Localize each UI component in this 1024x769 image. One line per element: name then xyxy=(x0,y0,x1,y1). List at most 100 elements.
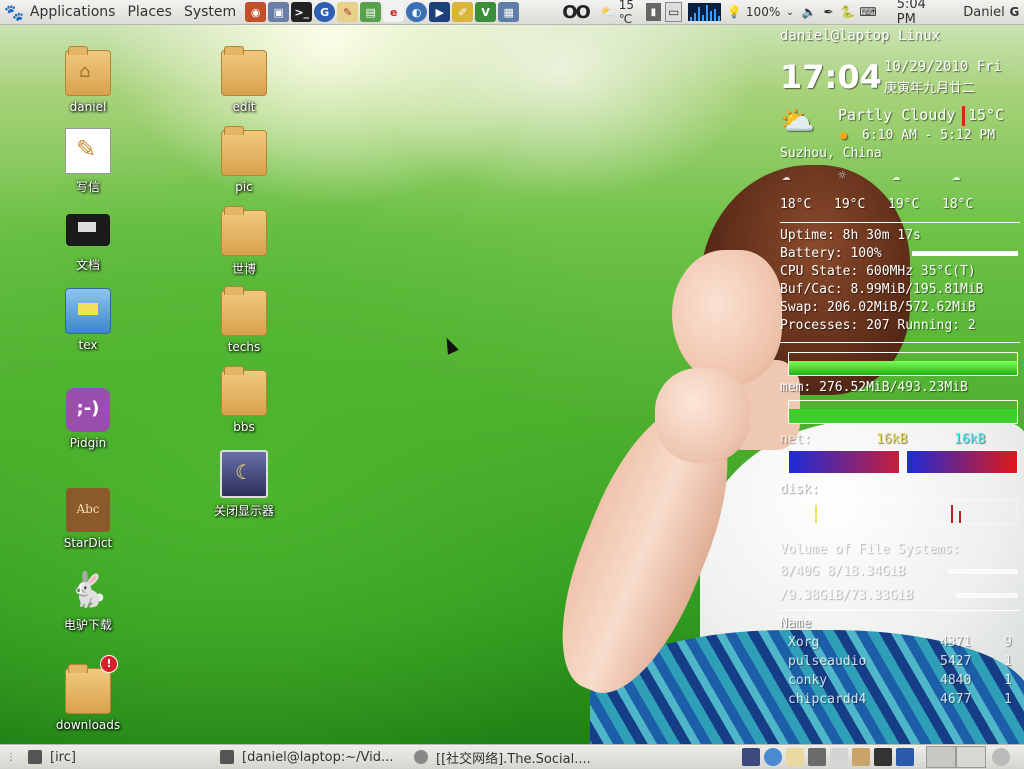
desktop-icon-label: 写信 xyxy=(75,180,100,194)
panel-clock[interactable]: 5:04 PM xyxy=(897,0,942,27)
menu-places[interactable]: Places xyxy=(121,4,178,20)
monitor-launcher-icon[interactable]: ▦ xyxy=(498,2,520,22)
conky-net-down: 16kB xyxy=(876,432,908,447)
desktop-icon-stardict[interactable]: Abc StarDict xyxy=(40,488,136,550)
network-monitor-icon[interactable]: ▭ xyxy=(665,2,683,22)
taskbar-item-video[interactable]: [[社交网络].The.Social.... xyxy=(408,746,740,768)
desktop-icon-pidgin[interactable]: ;-) Pidgin xyxy=(40,388,136,450)
calendar-icon[interactable] xyxy=(874,748,892,766)
monitor-icon[interactable] xyxy=(896,748,914,766)
tex-folder-icon xyxy=(65,288,111,334)
volume-icon[interactable]: 🔈 xyxy=(802,3,817,21)
desktop-icon-expo[interactable]: 世博 xyxy=(196,206,292,277)
media-player-launcher-icon[interactable]: ▶ xyxy=(429,2,451,22)
trash-icon[interactable] xyxy=(992,748,1010,766)
spreadsheet-icon[interactable] xyxy=(808,748,826,766)
dictionary-icon[interactable] xyxy=(852,748,870,766)
desktop-icon-bbs[interactable]: bbs xyxy=(196,366,292,434)
battery-bar xyxy=(912,251,1018,256)
desktop-icon-label: tex xyxy=(78,338,98,352)
power-icon[interactable]: G xyxy=(1007,3,1022,21)
ie-launcher-icon[interactable]: e xyxy=(383,2,405,22)
media-player-icon xyxy=(414,750,428,764)
proc-cpu: 1 xyxy=(1004,654,1012,669)
conky-net-label: net: xyxy=(780,432,812,447)
battery-percent[interactable]: 100% xyxy=(746,5,780,19)
chevron-down-icon[interactable]: ⌄ xyxy=(782,3,797,21)
folder-icon xyxy=(221,46,267,96)
conky-fs2: /9.38GiB/73.33GiB xyxy=(780,588,914,603)
conky-bufcac: Buf/Cac: 8.99MiB/195.81MiB xyxy=(780,282,984,297)
desktop-icon-pic[interactable]: pic xyxy=(196,126,292,194)
partly-cloudy-icon: ⛅ xyxy=(780,104,815,137)
desktop-icon-amule[interactable]: 🐇 电驴下载 xyxy=(40,568,136,633)
browser-icon[interactable] xyxy=(764,748,782,766)
pencil-launcher-icon[interactable]: ✐ xyxy=(452,2,474,22)
image-viewer-launcher-icon[interactable]: ▤ xyxy=(360,2,382,22)
documents-icon xyxy=(66,214,110,246)
desktop-icon-tex[interactable]: tex xyxy=(40,288,136,352)
home-folder-icon: ⌂ xyxy=(65,46,111,96)
proc-pid: 4840 xyxy=(940,673,972,688)
desktop-icon-label: StarDict xyxy=(63,536,113,550)
forecast-cloud-icon: ☁ xyxy=(952,168,961,184)
terminal-launcher-icon[interactable]: >_ xyxy=(291,2,313,22)
forecast-sun-icon: ☼ xyxy=(838,168,847,184)
lightbulb-icon[interactable]: 💡 xyxy=(727,3,742,21)
drag-handle-icon[interactable]: ⋮ xyxy=(2,748,20,766)
g-launcher-icon[interactable]: G xyxy=(314,2,336,22)
thermometer-icon xyxy=(962,106,965,126)
browser-launcher-icon[interactable]: ◐ xyxy=(406,2,428,22)
weather-applet[interactable]: ⛅ 15 ℃ xyxy=(601,0,644,26)
desktop-icon-write-mail[interactable]: ✎ 写信 xyxy=(40,128,136,195)
workspace-1[interactable] xyxy=(926,746,956,768)
proc-pid: 4371 xyxy=(940,635,972,650)
fs1-bar xyxy=(948,569,1018,574)
input-method-icon[interactable]: ⌨ xyxy=(859,3,876,21)
desktop-icon-edit[interactable]: edit xyxy=(196,46,292,114)
taskbar-item-terminal[interactable]: [daniel@laptop:~/Vid... xyxy=(214,746,408,768)
conky-divider xyxy=(780,342,1020,343)
editor-icon[interactable] xyxy=(786,748,804,766)
disk-read-graph xyxy=(788,500,900,524)
taskbar-item-irc[interactable]: [irc] xyxy=(22,746,214,768)
desktop-icon-label: downloads xyxy=(55,718,121,732)
forecast-temp-4: 18°C xyxy=(942,197,974,212)
firefox-launcher-icon[interactable]: ◉ xyxy=(245,2,267,22)
terminal-icon xyxy=(220,750,234,764)
menu-system[interactable]: System xyxy=(178,4,242,20)
app-icon[interactable] xyxy=(742,748,760,766)
desktop-icon-label: 世博 xyxy=(231,262,256,276)
network-graph[interactable] xyxy=(688,3,721,21)
file-manager-launcher-icon[interactable]: ▣ xyxy=(268,2,290,22)
mem-graph xyxy=(788,400,1018,424)
desktop-icon-documents[interactable]: 文档 xyxy=(40,208,136,273)
desktop-icon-downloads[interactable]: ! downloads xyxy=(40,655,136,732)
desktop-icon-label: 文档 xyxy=(75,258,100,272)
conky-divider xyxy=(780,222,1020,223)
desktop-icon-display-off[interactable]: ☾ 关闭显示器 xyxy=(196,450,292,519)
gnome-foot-icon[interactable]: 🐾 xyxy=(4,3,24,22)
desktop-icon-daniel[interactable]: ⌂ daniel xyxy=(40,46,136,114)
desktop-icon-label: 电驴下载 xyxy=(63,618,112,632)
stardict-icon: Abc xyxy=(66,488,110,532)
pen-icon[interactable] xyxy=(830,748,848,766)
text-editor-launcher-icon[interactable]: ✎ xyxy=(337,2,359,22)
menu-applications[interactable]: Applications xyxy=(24,4,122,20)
vim-launcher-icon[interactable]: V xyxy=(475,2,497,22)
pidgin-icon: ;-) xyxy=(66,388,110,432)
workspace-2[interactable] xyxy=(956,746,986,768)
cpufreq-icon[interactable]: ▮ xyxy=(645,3,662,21)
pipette-icon[interactable]: ✒ xyxy=(821,3,836,21)
conky-lunar-date: 庚寅年九月廿二 xyxy=(884,81,976,96)
conky-fs-title: Volume of File Systems: xyxy=(780,542,961,557)
conky-swap: Swap: 206.02MiB/572.62MiB xyxy=(780,300,976,315)
proc-pid: 4677 xyxy=(940,692,972,707)
desktop-icon-label: Pidgin xyxy=(69,436,107,450)
proc-cpu: 9 xyxy=(1004,635,1012,650)
python-icon[interactable]: 🐍 xyxy=(840,3,855,21)
desktop-icon-techs[interactable]: techs xyxy=(196,286,292,354)
user-menu[interactable]: Daniel xyxy=(963,5,1004,20)
conky-location: Suzhou, China xyxy=(780,146,882,161)
conky-proc-header: Name xyxy=(780,616,812,631)
